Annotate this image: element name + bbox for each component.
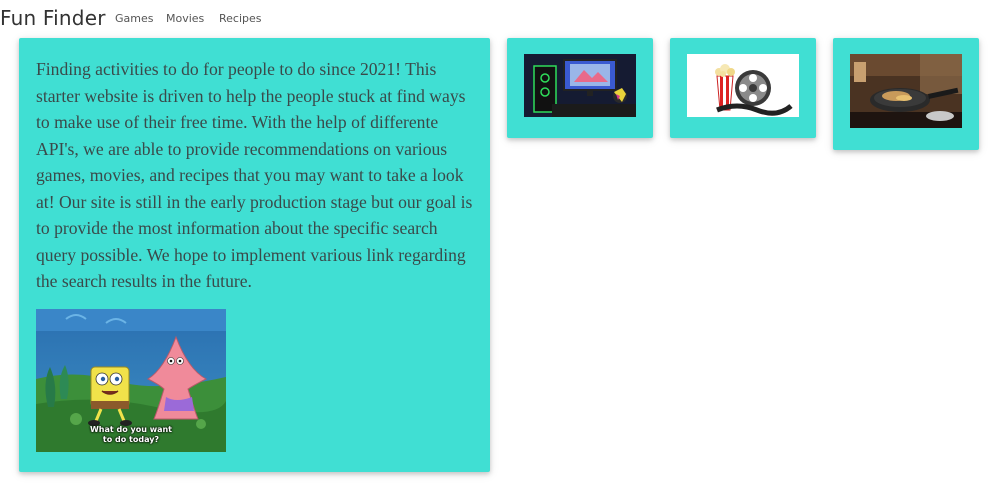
intro-text: Finding activities to do for people to d… [36,59,473,291]
brand-logo[interactable]: Fun Finder [0,6,106,30]
games-thumbnail[interactable] [524,54,636,117]
navbar: Fun Finder Games Movies Recipes [0,0,1000,36]
recipes-card[interactable] [833,38,979,150]
recipes-thumbnail[interactable] [850,54,962,128]
games-card[interactable] [507,38,653,138]
movies-card[interactable] [670,38,816,138]
intro-card: Finding activities to do for people to d… [19,38,490,472]
spongebob-gif: What do you want to do today? [36,309,226,452]
popcorn-film-reel-icon [687,54,799,117]
nav-link-recipes[interactable]: Recipes [219,12,262,25]
nav-link-games[interactable]: Games [115,12,153,25]
cooking-pan-icon [850,54,962,128]
movies-thumbnail[interactable] [687,54,799,117]
gaming-setup-icon [524,54,636,117]
nav-link-movies[interactable]: Movies [166,12,204,25]
gif-caption: What do you want to do today? [89,425,173,444]
